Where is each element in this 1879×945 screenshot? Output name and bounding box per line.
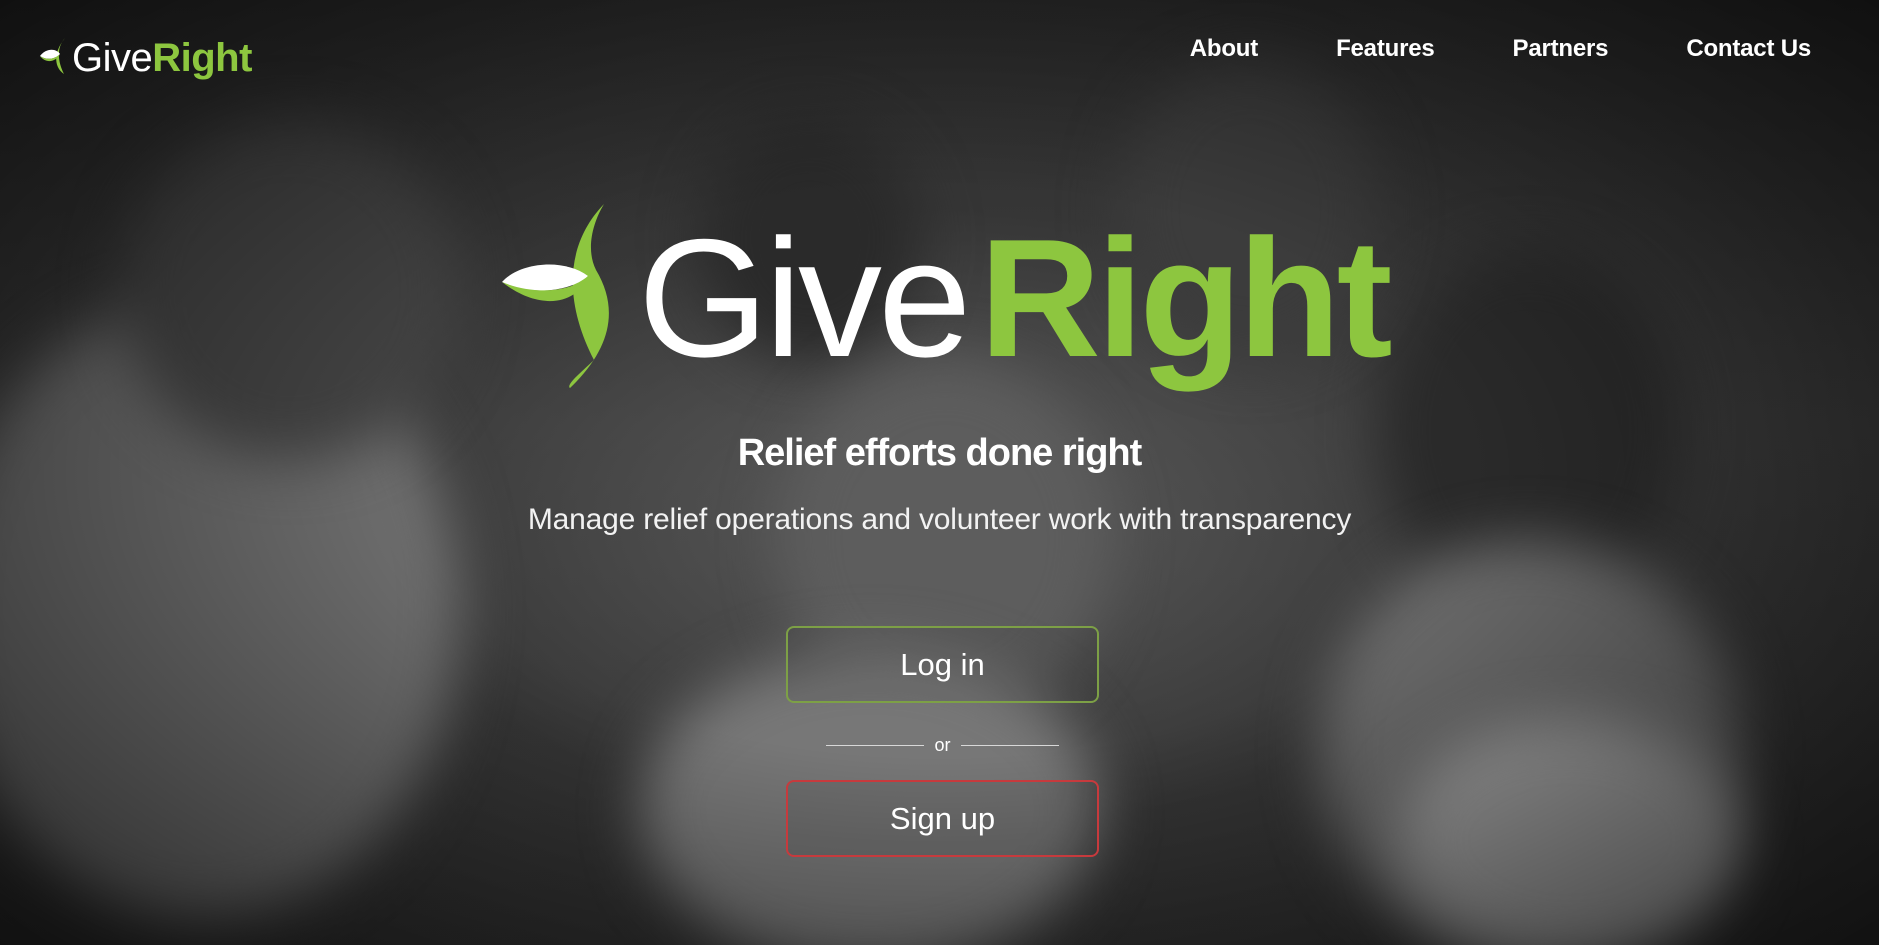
logo-give-text: Give <box>72 36 153 80</box>
login-button[interactable]: Log in <box>786 626 1099 703</box>
signup-button[interactable]: Sign up <box>786 780 1099 857</box>
logo-right-text: Right <box>152 36 252 80</box>
leaf-icon <box>502 204 609 388</box>
nav-logo-link[interactable]: GiveRight <box>38 34 252 82</box>
nav-link-contact-us[interactable]: Contact Us <box>1686 32 1811 66</box>
separator-label: or <box>934 735 951 755</box>
hero-logo-wordmark: GiveRight <box>638 214 1393 382</box>
separator-line-right <box>960 744 1059 746</box>
top-nav: About Features Partners Contact Us <box>1190 32 1811 66</box>
hero-logo-give-text: Give <box>638 204 971 392</box>
separator-line-left <box>826 744 924 746</box>
nav-logo-wordmark: GiveRight <box>72 34 252 82</box>
leaf-icon <box>40 38 65 74</box>
hero-logo-right-text: Right <box>979 204 1392 392</box>
hero-tagline: Relief efforts done right <box>737 432 1143 474</box>
background-photo <box>0 300 460 920</box>
hero-subtitle: Manage relief operations and volunteer w… <box>527 503 1352 536</box>
or-separator: or <box>826 732 1059 758</box>
nav-link-features[interactable]: Features <box>1336 32 1435 66</box>
hero-section: GiveRight About Features Partners Contac… <box>0 0 1879 945</box>
hero-logo: GiveRight <box>500 200 1393 390</box>
nav-link-partners[interactable]: Partners <box>1513 32 1609 66</box>
nav-link-about[interactable]: About <box>1190 32 1259 66</box>
